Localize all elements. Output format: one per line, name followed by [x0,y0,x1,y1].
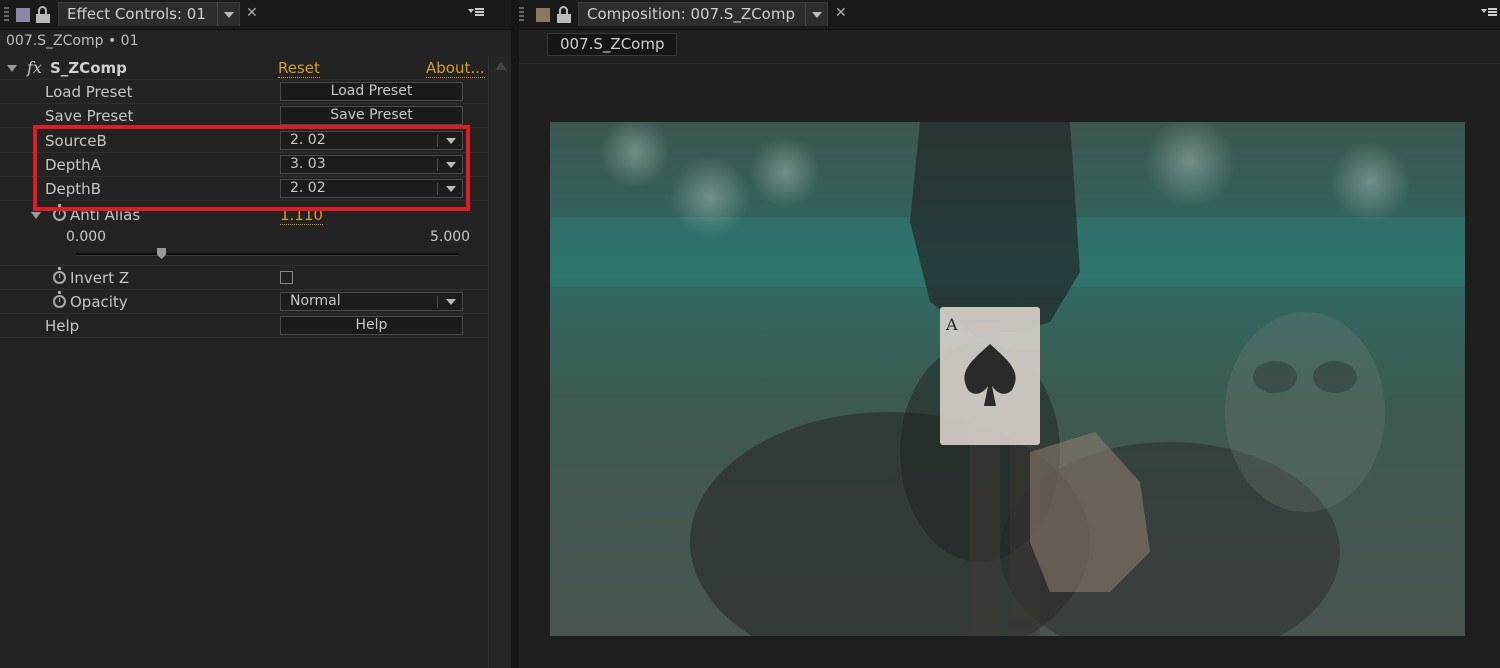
dropdown-arrow-icon [446,299,456,305]
help-label: Help [45,317,80,335]
opacity-value: Normal [290,293,341,309]
effect-controls-panel: Effect Controls: 01 ✕ 007.S_ZComp • 01 f… [0,0,511,668]
anti-alias-slider-thumb[interactable] [157,248,167,259]
effect-controls-scrollbar[interactable] [488,56,511,668]
panel-divider[interactable] [511,0,519,668]
effect-header-row: fx S_ZComp Reset About... [0,56,488,80]
load-preset-row: Load Preset Load Preset [0,80,488,104]
invert-z-row: Invert Z [0,266,488,290]
effect-name: S_ZComp [50,59,127,77]
composition-panel: Composition: 007.S_ZComp ✕ 007.S_ZComp A [519,0,1500,668]
composite-image: A [550,122,1465,636]
help-row: Help Help [0,314,488,338]
composition-view-tab[interactable]: 007.S_ZComp [547,33,678,56]
panel-color-swatch [16,8,30,22]
dropdown-arrow-icon[interactable] [217,3,239,26]
highlight-box [33,125,470,211]
tab-composition-label: Composition: 007.S_ZComp [587,5,795,23]
tab-effect-controls-label: Effect Controls: 01 [67,5,206,23]
layer-breadcrumb: 007.S_ZComp • 01 [6,33,139,49]
about-link[interactable]: About... [426,59,485,78]
opacity-label: Opacity [70,293,128,311]
tab-composition[interactable]: Composition: 007.S_ZComp [578,2,828,26]
panel-menu-icon[interactable] [468,6,484,20]
effect-controls-tabbar: Effect Controls: 01 ✕ [0,0,511,30]
svg-text:A: A [945,315,958,334]
lock-icon[interactable] [557,6,571,23]
slider-max-label: 5.000 [430,229,471,245]
load-preset-button[interactable]: Load Preset [280,82,463,101]
twirl-down-icon[interactable] [31,212,41,219]
panel-grip[interactable] [519,7,524,23]
dropdown-arrow-icon[interactable] [805,3,827,26]
stopwatch-icon[interactable] [53,267,66,284]
composition-viewer[interactable]: A [550,122,1465,636]
panel-menu-icon[interactable] [1481,6,1497,20]
save-preset-label: Save Preset [45,107,134,125]
tab-effect-controls[interactable]: Effect Controls: 01 [58,2,240,26]
scroll-up-icon[interactable] [495,62,507,70]
anti-alias-slider-row: 0.000 5.000 [0,228,488,266]
invert-z-label: Invert Z [70,269,130,287]
panel-grip[interactable] [4,7,9,23]
composition-divider [519,63,1500,64]
save-preset-button[interactable]: Save Preset [280,106,463,125]
reset-link[interactable]: Reset [278,59,320,78]
lock-icon[interactable] [36,6,50,23]
opacity-dropdown[interactable]: Normal [280,292,463,311]
anti-alias-slider-track[interactable] [76,253,459,256]
fx-toggle-icon[interactable]: fx [27,58,42,77]
close-icon[interactable]: ✕ [835,5,847,21]
composition-tabbar: Composition: 007.S_ZComp ✕ [519,0,1500,30]
panel-color-swatch [536,8,550,22]
slider-min-label: 0.000 [66,229,107,245]
load-preset-label: Load Preset [45,83,133,101]
stopwatch-icon[interactable] [53,291,66,308]
twirl-down-icon[interactable] [7,65,17,72]
help-button[interactable]: Help [280,316,463,335]
opacity-row: Opacity Normal [0,290,488,314]
close-icon[interactable]: ✕ [246,5,258,21]
invert-z-checkbox[interactable] [280,271,293,284]
